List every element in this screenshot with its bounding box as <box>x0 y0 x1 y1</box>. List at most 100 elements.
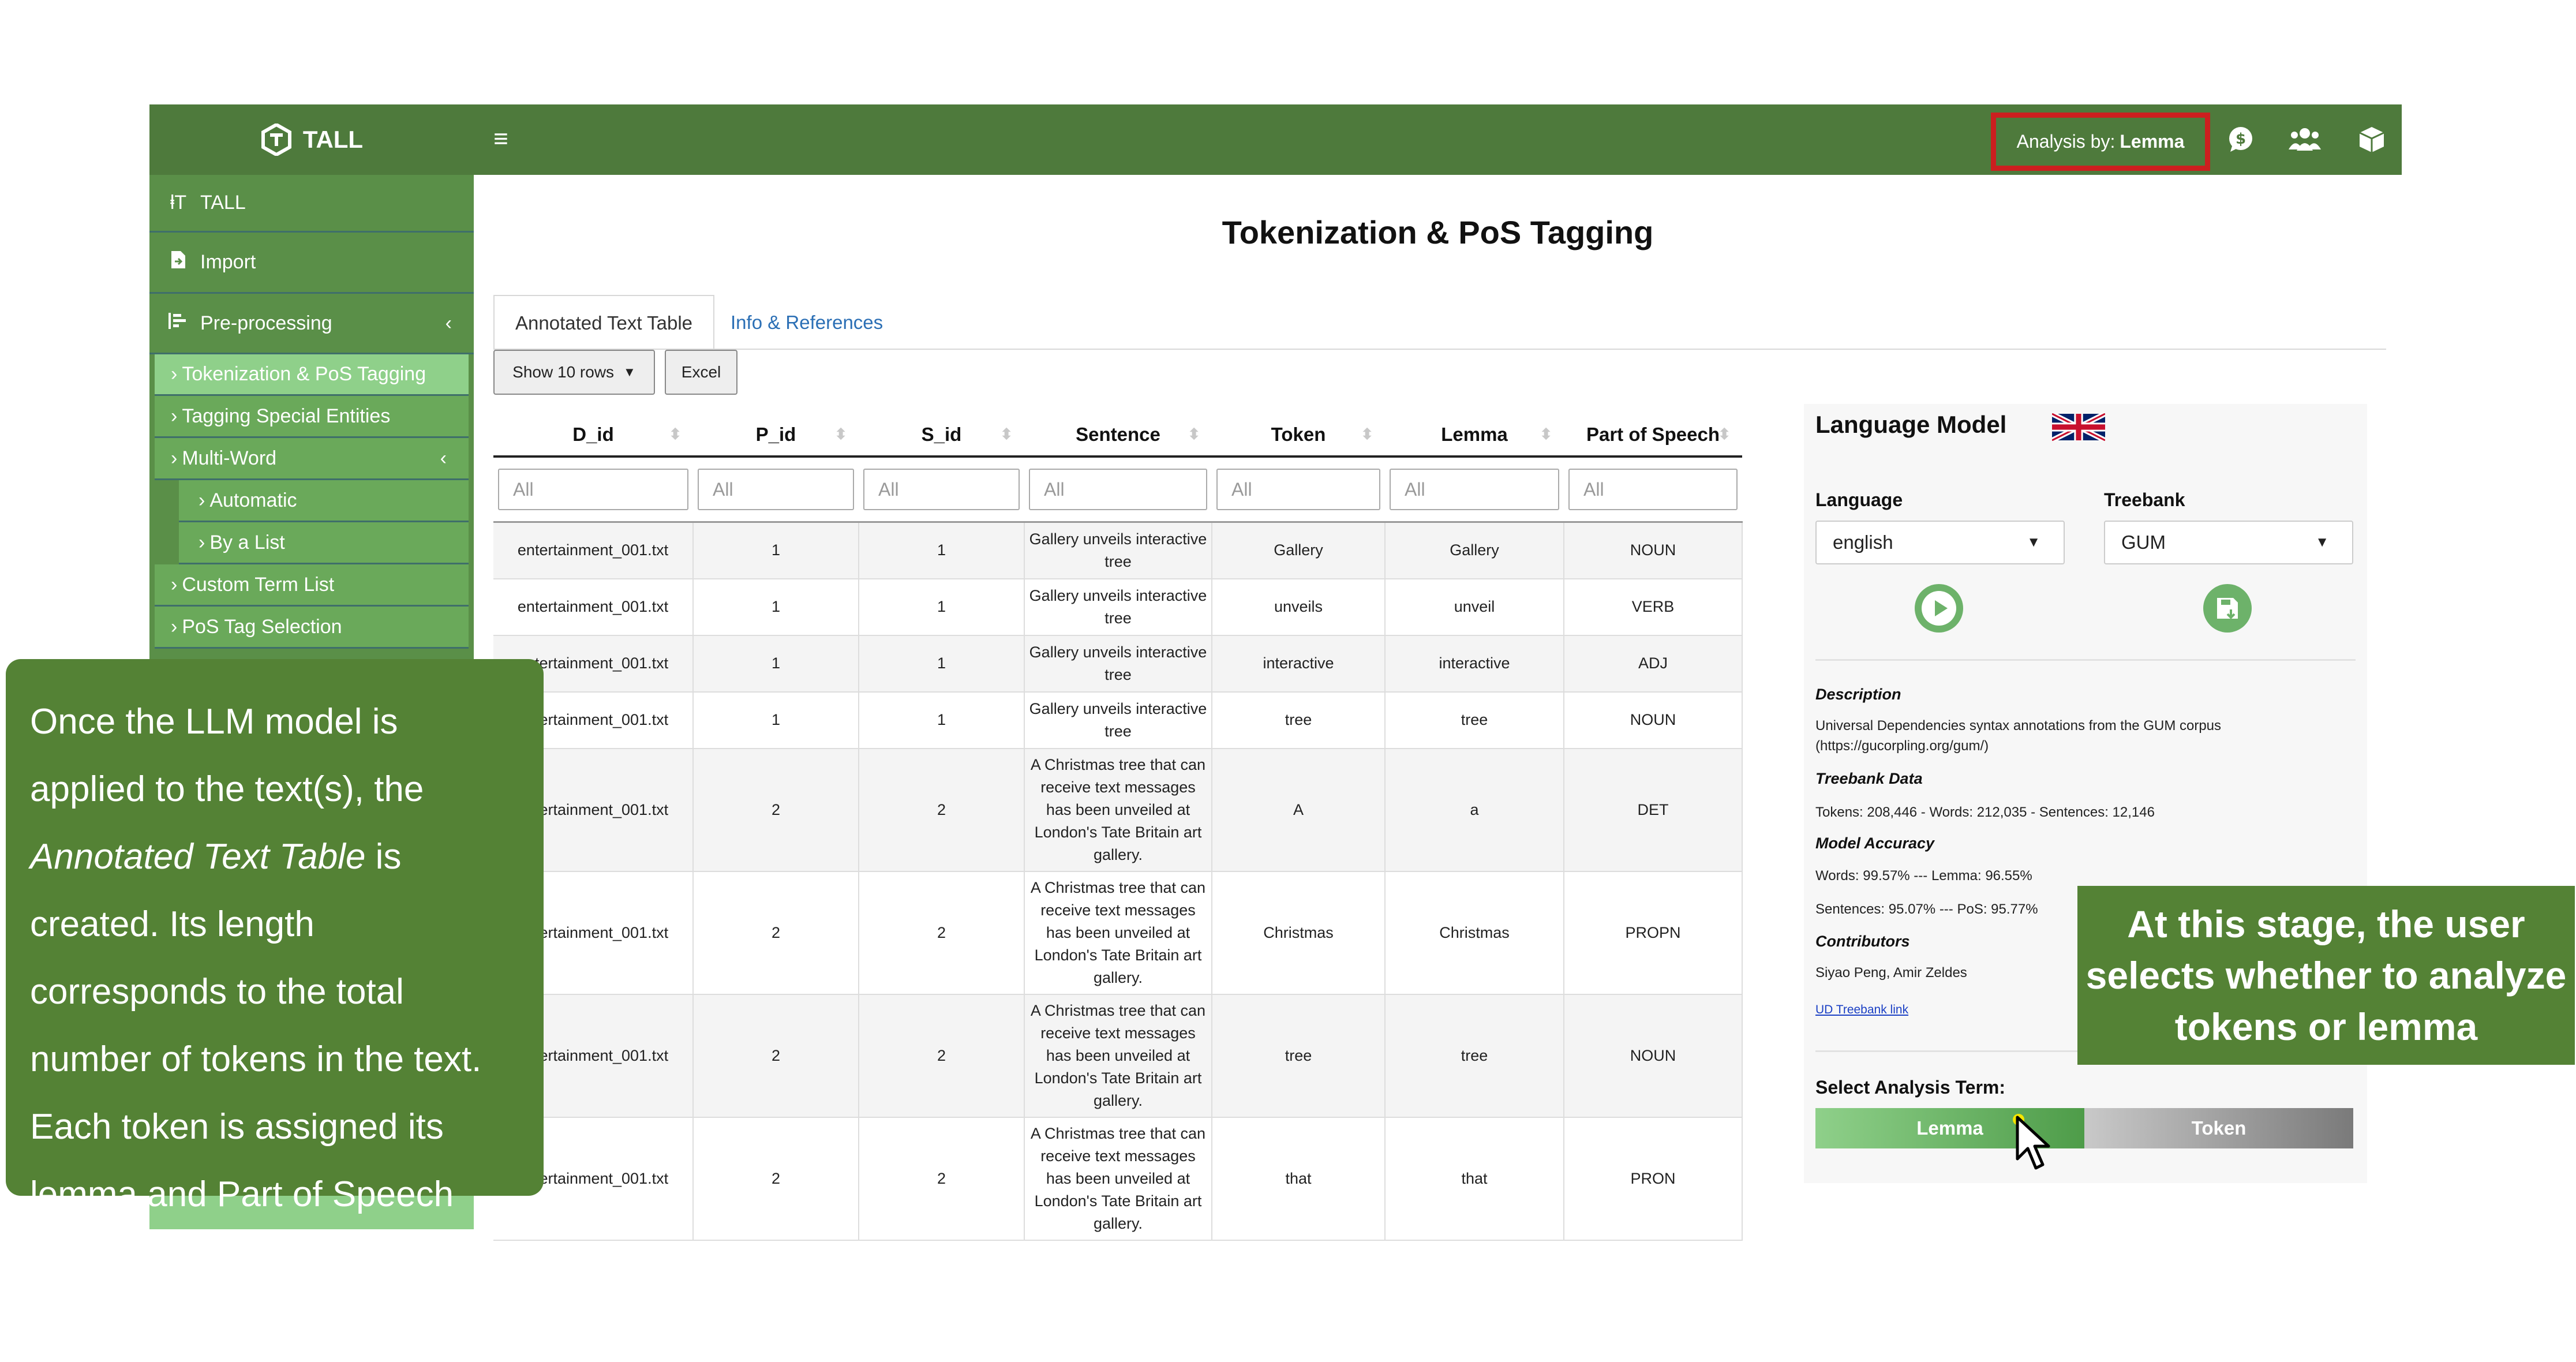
table-cell: NOUN <box>1564 691 1743 749</box>
table-cell: unveils <box>1212 578 1386 636</box>
table-cell: entertainment_001.txt <box>493 522 694 579</box>
table-row[interactable]: entertainment_001.txt 2 2 A Christmas tree … <box>493 1117 1743 1241</box>
table-cell: A Christmas tree that can receive text m… <box>1024 1117 1212 1241</box>
sidebar-subitem-custom-term-list[interactable]: › Custom Term List <box>155 564 469 607</box>
table-cell: 1 <box>693 635 859 693</box>
column-header-label: Token <box>1271 424 1326 445</box>
table-cell: 2 <box>859 994 1025 1118</box>
language-select[interactable]: english ▼ <box>1815 521 2065 564</box>
sort-icon[interactable]: ⬍ <box>1000 425 1013 443</box>
filter-cell: All <box>493 457 693 523</box>
column-header-label: D_id <box>572 424 614 445</box>
ud-treebank-link[interactable]: UD Treebank link <box>1815 1000 1908 1020</box>
save-model-button[interactable] <box>2203 584 2252 633</box>
sort-icon[interactable]: ⬍ <box>1540 425 1552 443</box>
table-row[interactable]: entertainment_001.txt 1 1 Gallery unveils i… <box>493 691 1743 749</box>
tab-divider <box>493 349 2386 350</box>
column-filter-input[interactable]: All <box>1029 469 1207 510</box>
sidebar-subitem-pos-tag-selection[interactable]: › PoS Tag Selection <box>155 607 469 649</box>
column-header[interactable]: D_id ⬍ <box>493 414 693 458</box>
show-rows-label: Show 10 rows <box>512 363 615 381</box>
sort-icon[interactable]: ⬍ <box>834 425 847 443</box>
table-cell: 1 <box>859 635 1025 693</box>
tab-annotated-text-table[interactable]: Annotated Text Table <box>493 295 715 350</box>
users-icon[interactable] <box>2287 122 2322 157</box>
analysis-by-indicator[interactable]: Analysis by: Lemma <box>1991 113 2210 171</box>
chevron-right-icon: › <box>199 531 205 553</box>
analysis-label: Analysis by: <box>2016 131 2116 152</box>
table-cell: tree <box>1212 691 1386 749</box>
callout-annotated-table: Once the LLM model is applied to the tex… <box>6 659 544 1214</box>
sort-icon[interactable]: ⬍ <box>669 425 682 443</box>
treebank-select[interactable]: GUM ▼ <box>2104 521 2353 564</box>
table-header-row: D_id ⬍ P_id ⬍ S_id ⬍ Sentence ⬍ Token ⬍ Lemma ⬍ Part… <box>493 414 1742 458</box>
sidebar-subitem-multiword[interactable]: › Multi-Word ‹ <box>155 438 469 480</box>
sidebar-item-tall[interactable]: ⱡT TALL <box>149 175 474 233</box>
table-cell: Gallery unveils interactive tree <box>1024 578 1212 636</box>
token-toggle-button[interactable]: Token <box>2084 1108 2353 1148</box>
sort-icon[interactable]: ⬍ <box>1718 425 1731 443</box>
table-row[interactable]: entertainment_001.txt 1 1 Gallery unveils i… <box>493 578 1743 636</box>
table-cell: unveil <box>1385 578 1564 636</box>
table-row[interactable]: entertainment_001.txt 2 2 A Christmas tree … <box>493 994 1743 1118</box>
table-row[interactable]: entertainment_001.txt 2 2 A Christmas tree … <box>493 748 1743 872</box>
column-header[interactable]: Token ⬍ <box>1212 414 1385 458</box>
excel-export-button[interactable]: Excel <box>665 350 737 395</box>
column-header[interactable]: P_id ⬍ <box>693 414 859 458</box>
sidebar-subitem-label: Tokenization & PoS Tagging <box>182 363 426 385</box>
model-accuracy-title: Model Accuracy <box>1815 835 1935 852</box>
table-cell: 1 <box>859 578 1025 636</box>
table-cell: that <box>1212 1117 1386 1241</box>
table-cell: 2 <box>859 748 1025 872</box>
table-cell: that <box>1385 1117 1564 1241</box>
column-filter-input[interactable]: All <box>863 469 1020 510</box>
table-cell: tree <box>1385 994 1564 1118</box>
column-filter-input[interactable]: All <box>498 469 688 510</box>
table-cell: Gallery <box>1385 522 1564 579</box>
hamburger-menu-icon[interactable]: ≡ <box>488 124 514 154</box>
description-title: Description <box>1815 686 1901 703</box>
sidebar-subitem-by-list[interactable]: › By a List <box>179 522 469 564</box>
column-filter-input[interactable]: All <box>1216 469 1380 510</box>
uk-flag-icon <box>2050 411 2107 444</box>
tab-info-references[interactable]: Info & References <box>710 295 904 350</box>
table-cell: a <box>1385 748 1564 872</box>
column-header[interactable]: Lemma ⬍ <box>1385 414 1564 458</box>
description-line: Universal Dependencies syntax annotation… <box>1815 718 2222 734</box>
svg-text:$: $ <box>2236 130 2246 148</box>
column-header[interactable]: S_id ⬍ <box>859 414 1024 458</box>
table-cell: 1 <box>859 691 1025 749</box>
treebank-data: Tokens: 208,446 - Words: 212,035 - Sente… <box>1815 805 2155 820</box>
contributors-title: Contributors <box>1815 933 1910 950</box>
callout-emphasis: Annotated Text Table <box>30 837 366 877</box>
column-filter-input[interactable]: All <box>698 469 854 510</box>
sort-icon[interactable]: ⬍ <box>1188 425 1200 443</box>
column-header[interactable]: Part of Speech ⬍ <box>1564 414 1742 458</box>
sidebar-item-import[interactable]: Import <box>149 233 474 294</box>
table-cell: 1 <box>859 522 1025 579</box>
table-row[interactable]: entertainment_001.txt 1 1 Gallery unveils i… <box>493 522 1743 579</box>
sort-icon[interactable]: ⬍ <box>1361 425 1373 443</box>
sidebar-subitem-tokenization[interactable]: › Tokenization & PoS Tagging <box>155 354 469 396</box>
column-filter-input[interactable]: All <box>1390 469 1559 510</box>
sidebar-subitem-special-entities[interactable]: › Tagging Special Entities <box>155 396 469 438</box>
sidebar-subitem-automatic[interactable]: › Automatic <box>179 480 469 522</box>
table-row[interactable]: entertainment_001.txt 1 1 Gallery unveils i… <box>493 635 1743 693</box>
sidebar-item-preprocessing[interactable]: Pre-processing ‹ <box>149 294 474 354</box>
brand-logo[interactable]: TALL <box>149 104 474 175</box>
column-header[interactable]: Sentence ⬍ <box>1024 414 1212 458</box>
table-cell: 1 <box>693 522 859 579</box>
run-model-button[interactable] <box>1915 584 1963 633</box>
table-cell: tree <box>1212 994 1386 1118</box>
column-filter-input[interactable]: All <box>1568 469 1738 510</box>
caret-down-icon: ▼ <box>623 365 636 379</box>
chevron-left-icon: ‹ <box>440 447 447 469</box>
cube-icon[interactable] <box>2354 122 2389 157</box>
chat-dollar-icon[interactable]: $ <box>2223 122 2257 157</box>
sidebar-subitem-label: Multi-Word <box>182 447 277 469</box>
table-cell: NOUN <box>1564 522 1743 579</box>
show-rows-button[interactable]: Show 10 rows ▼ <box>493 350 655 395</box>
accuracy-words-lemma: Words: 99.57% --- Lemma: 96.55% <box>1815 868 2032 884</box>
table-row[interactable]: entertainment_001.txt 2 2 A Christmas tree … <box>493 871 1743 995</box>
chevron-right-icon: › <box>171 615 178 638</box>
